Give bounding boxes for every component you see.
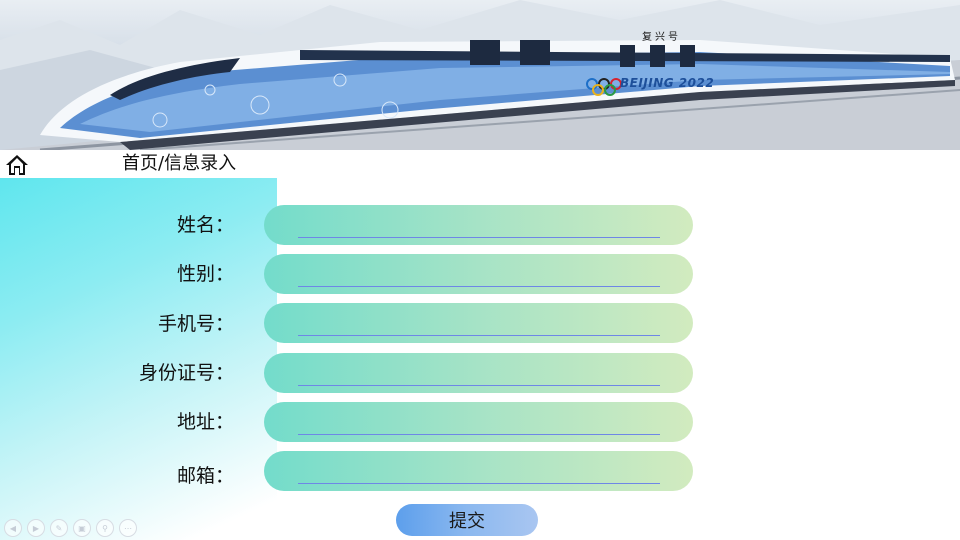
- phone-input[interactable]: [298, 309, 660, 336]
- name-input[interactable]: [298, 211, 660, 238]
- email-label: 邮箱：: [176, 465, 234, 487]
- next-icon[interactable]: ▶: [27, 519, 45, 537]
- email-input[interactable]: [298, 457, 660, 484]
- slideshow-toolbar: ◀ ▶ ✎ ▣ ⚲ ⋯: [4, 519, 137, 537]
- left-gradient-panel: [0, 178, 277, 540]
- address-input[interactable]: [298, 408, 660, 435]
- name-field: [264, 205, 693, 245]
- zoom-icon[interactable]: ⚲: [96, 519, 114, 537]
- slides-icon[interactable]: ▣: [73, 519, 91, 537]
- id-number-input[interactable]: [298, 359, 660, 386]
- address-label: 地址：: [176, 411, 234, 433]
- gender-field: [264, 254, 693, 294]
- previous-icon[interactable]: ◀: [4, 519, 22, 537]
- beijing-2022-logo-text: BEIJING 2022: [620, 76, 715, 90]
- id-number-label: 身份证号：: [138, 362, 234, 384]
- breadcrumb: 首页/信息录入: [122, 153, 237, 174]
- pen-icon[interactable]: ✎: [50, 519, 68, 537]
- id-number-field: [264, 353, 693, 393]
- phone-field: [264, 303, 693, 343]
- email-field: [264, 451, 693, 491]
- gender-label: 性别：: [176, 263, 234, 285]
- gender-input[interactable]: [298, 260, 660, 287]
- phone-label: 手机号：: [157, 313, 234, 335]
- more-icon[interactable]: ⋯: [119, 519, 137, 537]
- submit-button[interactable]: 提交: [396, 504, 538, 536]
- banner-image: BEIJING 2022 复兴号: [0, 0, 960, 150]
- address-field: [264, 402, 693, 442]
- home-icon[interactable]: [5, 153, 29, 177]
- train-name-text: 复兴号: [642, 32, 681, 43]
- name-label: 姓名：: [176, 214, 234, 236]
